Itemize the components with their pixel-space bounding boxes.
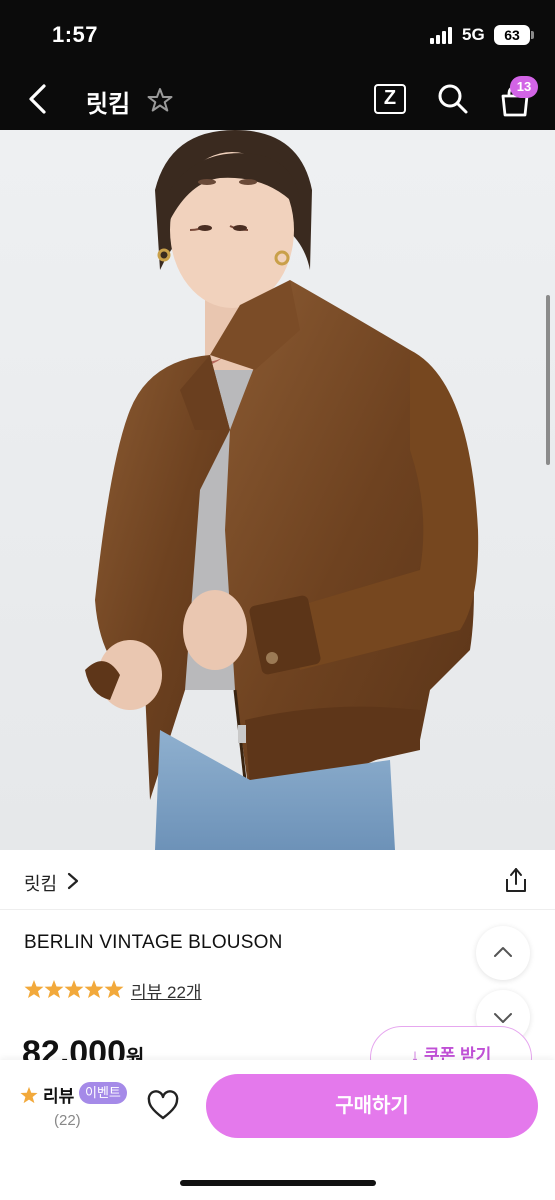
zigzag-z-button[interactable]: Z [374,84,406,114]
chevron-right-icon[interactable] [66,872,80,890]
review-count: (22) [54,1112,81,1129]
scroll-up-button[interactable] [476,926,530,980]
event-badge: 이벤트 [79,1082,127,1104]
image-scroll-indicator [546,295,550,465]
cart-count-badge: 13 [510,76,538,98]
page-title: 릿킴 [86,91,131,118]
back-arrow-icon[interactable] [24,82,54,116]
home-indicator [180,1180,376,1186]
battery-icon: 63 [494,25,530,45]
product-photo [0,130,555,850]
status-bar: 1:57 5G 63 [0,0,555,70]
product-name: BERLIN VINTAGE BLOUSON [24,932,283,953]
heart-icon[interactable] [146,1090,180,1122]
battery-tip [531,31,534,39]
share-icon[interactable] [502,866,530,894]
status-time: 1:57 [52,22,99,47]
signal-icon [430,27,456,44]
favorite-star-icon[interactable] [146,86,174,114]
rating-stars-icon [24,980,124,998]
review-star-icon [20,1086,38,1104]
review-label[interactable]: 리뷰 [43,1082,74,1107]
brand-row: 릿킴 [0,850,555,910]
review-count-link[interactable]: 리뷰 22개 [131,978,202,1003]
network-label: 5G [462,25,485,44]
buy-button[interactable]: 구매하기 [206,1074,538,1138]
chevron-up-icon [494,947,512,957]
search-icon[interactable] [436,82,470,116]
product-page: 1:57 5G 63 릿킴 Z 13 릿킴 BERLIN VINTAGE BLO… [0,0,555,1200]
bottom-purchase-bar: 리뷰 이벤트 (22) 구매하기 [0,1060,555,1200]
nav-bar: 릿킴 Z 13 [0,70,555,130]
product-image[interactable] [0,130,555,850]
brand-link[interactable]: 릿킴 [24,870,57,896]
